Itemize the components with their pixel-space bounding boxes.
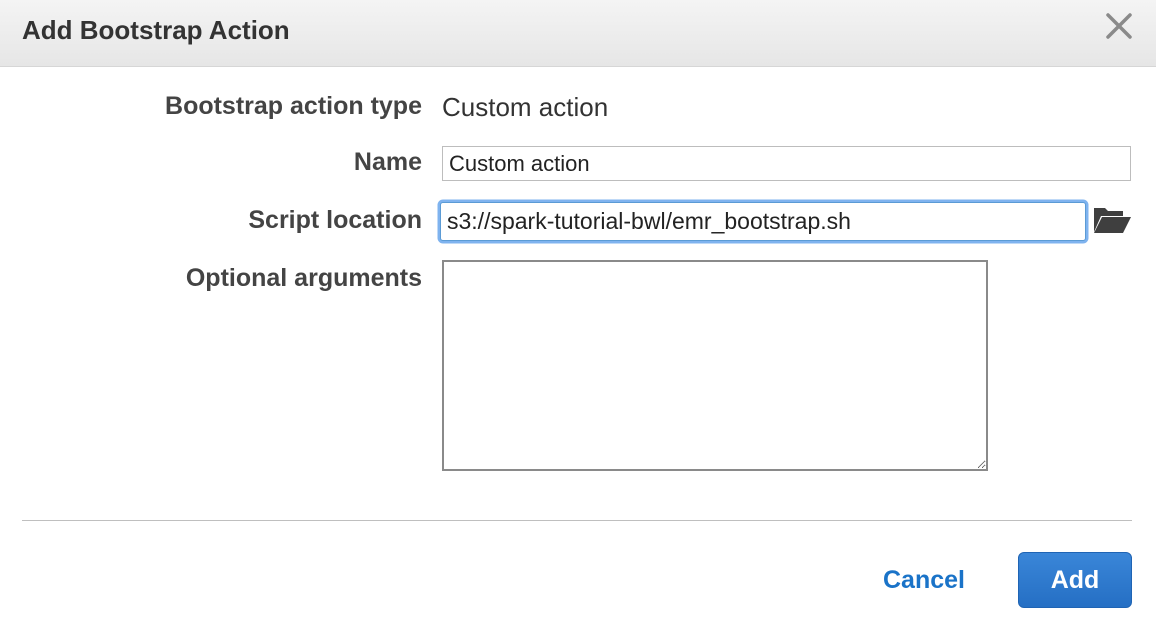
optional-arguments-label: Optional arguments [185,264,422,292]
bootstrap-action-type-label: Bootstrap action type [165,92,422,120]
name-label: Name [353,148,422,176]
add-bootstrap-action-dialog: Add Bootstrap Action Bootstrap action ty… [0,0,1156,630]
add-button[interactable]: Add [1018,552,1132,608]
folder-open-icon [1094,208,1131,233]
optional-arguments-textarea[interactable] [442,260,988,471]
cancel-button[interactable]: Cancel [862,558,986,602]
browse-s3-button[interactable] [1092,203,1132,237]
dialog-header: Add Bootstrap Action [0,0,1156,67]
script-location-label: Script location [248,206,422,234]
name-input[interactable] [442,146,1131,181]
script-location-input[interactable] [440,202,1086,241]
dialog-title: Add Bootstrap Action [22,15,290,45]
footer-divider [22,520,1132,521]
bootstrap-action-type-value: Custom action [442,92,609,122]
close-button[interactable] [1100,8,1140,48]
close-icon [1106,13,1132,39]
